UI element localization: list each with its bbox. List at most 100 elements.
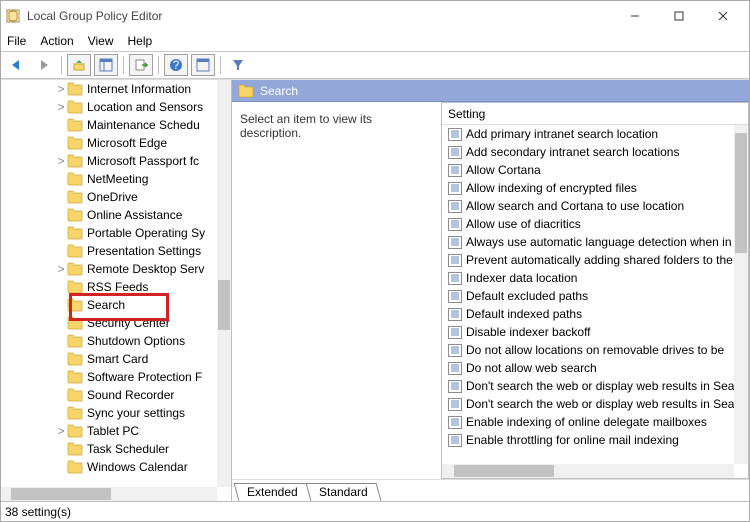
setting-item[interactable]: Default excluded paths: [442, 287, 734, 305]
tree-item[interactable]: NetMeeting: [1, 170, 217, 188]
setting-item[interactable]: Prevent automatically adding shared fold…: [442, 251, 734, 269]
setting-item[interactable]: Enable indexing of online delegate mailb…: [442, 413, 734, 431]
setting-item[interactable]: Don't search the web or display web resu…: [442, 395, 734, 413]
setting-label: Do not allow web search: [466, 361, 597, 375]
tree-horizontal-scrollbar[interactable]: [1, 487, 217, 501]
tree-item[interactable]: Presentation Settings: [1, 242, 217, 260]
tree-item-label: Microsoft Edge: [87, 136, 167, 150]
setting-icon: [448, 146, 462, 159]
tree-item[interactable]: > Remote Desktop Serv: [1, 260, 217, 278]
help-button[interactable]: ?: [164, 54, 188, 76]
setting-label: Allow Cortana: [466, 163, 541, 177]
setting-label: Allow indexing of encrypted files: [466, 181, 637, 195]
close-button[interactable]: [701, 2, 745, 31]
tree-item[interactable]: RSS Feeds: [1, 278, 217, 296]
setting-label: Allow use of diacritics: [466, 217, 581, 231]
details-vertical-scrollbar[interactable]: [734, 125, 748, 464]
setting-icon: [448, 236, 462, 249]
menu-view[interactable]: View: [88, 34, 114, 48]
tree-item[interactable]: Search: [1, 296, 217, 314]
tree-item[interactable]: Online Assistance: [1, 206, 217, 224]
tree-vertical-scrollbar[interactable]: [217, 80, 231, 487]
folder-icon: [238, 84, 254, 98]
tree-item[interactable]: Maintenance Schedu: [1, 116, 217, 134]
back-button[interactable]: [5, 54, 29, 76]
setting-label: Always use automatic language detection …: [466, 235, 732, 249]
menu-file[interactable]: File: [7, 34, 26, 48]
forward-button[interactable]: [32, 54, 56, 76]
setting-item[interactable]: Do not allow web search: [442, 359, 734, 377]
setting-icon: [448, 308, 462, 321]
tab-extended[interactable]: Extended: [234, 483, 312, 501]
menu-action[interactable]: Action: [40, 34, 73, 48]
filter-button[interactable]: [226, 54, 250, 76]
tree-item[interactable]: OneDrive: [1, 188, 217, 206]
tree-item[interactable]: Software Protection F: [1, 368, 217, 386]
details-horizontal-scrollbar[interactable]: [442, 464, 734, 478]
setting-item[interactable]: Default indexed paths: [442, 305, 734, 323]
expand-icon[interactable]: >: [55, 262, 67, 276]
tree-item[interactable]: Windows Calendar: [1, 458, 217, 476]
setting-item[interactable]: Add primary intranet search location: [442, 125, 734, 143]
window-title: Local Group Policy Editor: [27, 9, 613, 23]
setting-icon: [448, 326, 462, 339]
tree-item[interactable]: Sync your settings: [1, 404, 217, 422]
export-button[interactable]: [129, 54, 153, 76]
setting-item[interactable]: Enable throttling for online mail indexi…: [442, 431, 734, 449]
tree-item-label: Smart Card: [87, 352, 148, 366]
tree-item[interactable]: >Internet Information: [1, 80, 217, 98]
tree-item-label: Tablet PC: [87, 424, 139, 438]
tree-item[interactable]: Shutdown Options: [1, 332, 217, 350]
setting-label: Add secondary intranet search locations: [466, 145, 679, 159]
tree-item[interactable]: >Microsoft Passport fc: [1, 152, 217, 170]
tree-item-label: Remote Desktop Serv: [87, 262, 204, 276]
menu-help[interactable]: Help: [128, 34, 153, 48]
setting-item[interactable]: Allow Cortana: [442, 161, 734, 179]
minimize-button[interactable]: [613, 2, 657, 31]
properties-button[interactable]: [191, 54, 215, 76]
tree-item-label: Windows Calendar: [87, 460, 188, 474]
tree-item[interactable]: >Location and Sensors: [1, 98, 217, 116]
tree-item-label: Sound Recorder: [87, 388, 174, 402]
tree-item[interactable]: Microsoft Edge: [1, 134, 217, 152]
setting-label: Do not allow locations on removable driv…: [466, 343, 724, 357]
maximize-button[interactable]: [657, 2, 701, 31]
tree-item-label: Search: [87, 298, 125, 312]
setting-item[interactable]: Allow indexing of encrypted files: [442, 179, 734, 197]
tree-item[interactable]: > Tablet PC: [1, 422, 217, 440]
tree-item[interactable]: Task Scheduler: [1, 440, 217, 458]
setting-item[interactable]: Do not allow locations on removable driv…: [442, 341, 734, 359]
tree-item[interactable]: Portable Operating Sy: [1, 224, 217, 242]
tree-item-label: Maintenance Schedu: [87, 118, 200, 132]
setting-icon: [448, 416, 462, 429]
setting-item[interactable]: Disable indexer backoff: [442, 323, 734, 341]
show-hide-tree-button[interactable]: [94, 54, 118, 76]
setting-label: Disable indexer backoff: [466, 325, 591, 339]
tree-item-label: OneDrive: [87, 190, 138, 204]
tree-item[interactable]: Smart Card: [1, 350, 217, 368]
tree-item[interactable]: Sound Recorder: [1, 386, 217, 404]
expand-icon[interactable]: >: [55, 424, 67, 438]
expand-icon[interactable]: >: [55, 154, 67, 168]
column-header-setting[interactable]: Setting: [442, 103, 748, 125]
folder-icon: [67, 370, 83, 384]
setting-item[interactable]: Allow use of diacritics: [442, 215, 734, 233]
tree-item[interactable]: Security Center: [1, 314, 217, 332]
setting-label: Enable throttling for online mail indexi…: [466, 433, 679, 447]
setting-label: Prevent automatically adding shared fold…: [466, 253, 733, 267]
folder-icon: [67, 460, 83, 474]
setting-item[interactable]: Indexer data location: [442, 269, 734, 287]
expand-icon[interactable]: >: [55, 100, 67, 114]
setting-label: Allow search and Cortana to use location: [466, 199, 684, 213]
folder-icon: [67, 82, 83, 96]
setting-item[interactable]: Always use automatic language detection …: [442, 233, 734, 251]
setting-item[interactable]: Allow search and Cortana to use location: [442, 197, 734, 215]
setting-item[interactable]: Add secondary intranet search locations: [442, 143, 734, 161]
tab-standard[interactable]: Standard: [305, 483, 381, 501]
folder-icon: [67, 262, 83, 276]
up-button[interactable]: [67, 54, 91, 76]
folder-icon: [67, 352, 83, 366]
expand-icon[interactable]: >: [55, 82, 67, 96]
tree-item-label: Sync your settings: [87, 406, 185, 420]
setting-item[interactable]: Don't search the web or display web resu…: [442, 377, 734, 395]
